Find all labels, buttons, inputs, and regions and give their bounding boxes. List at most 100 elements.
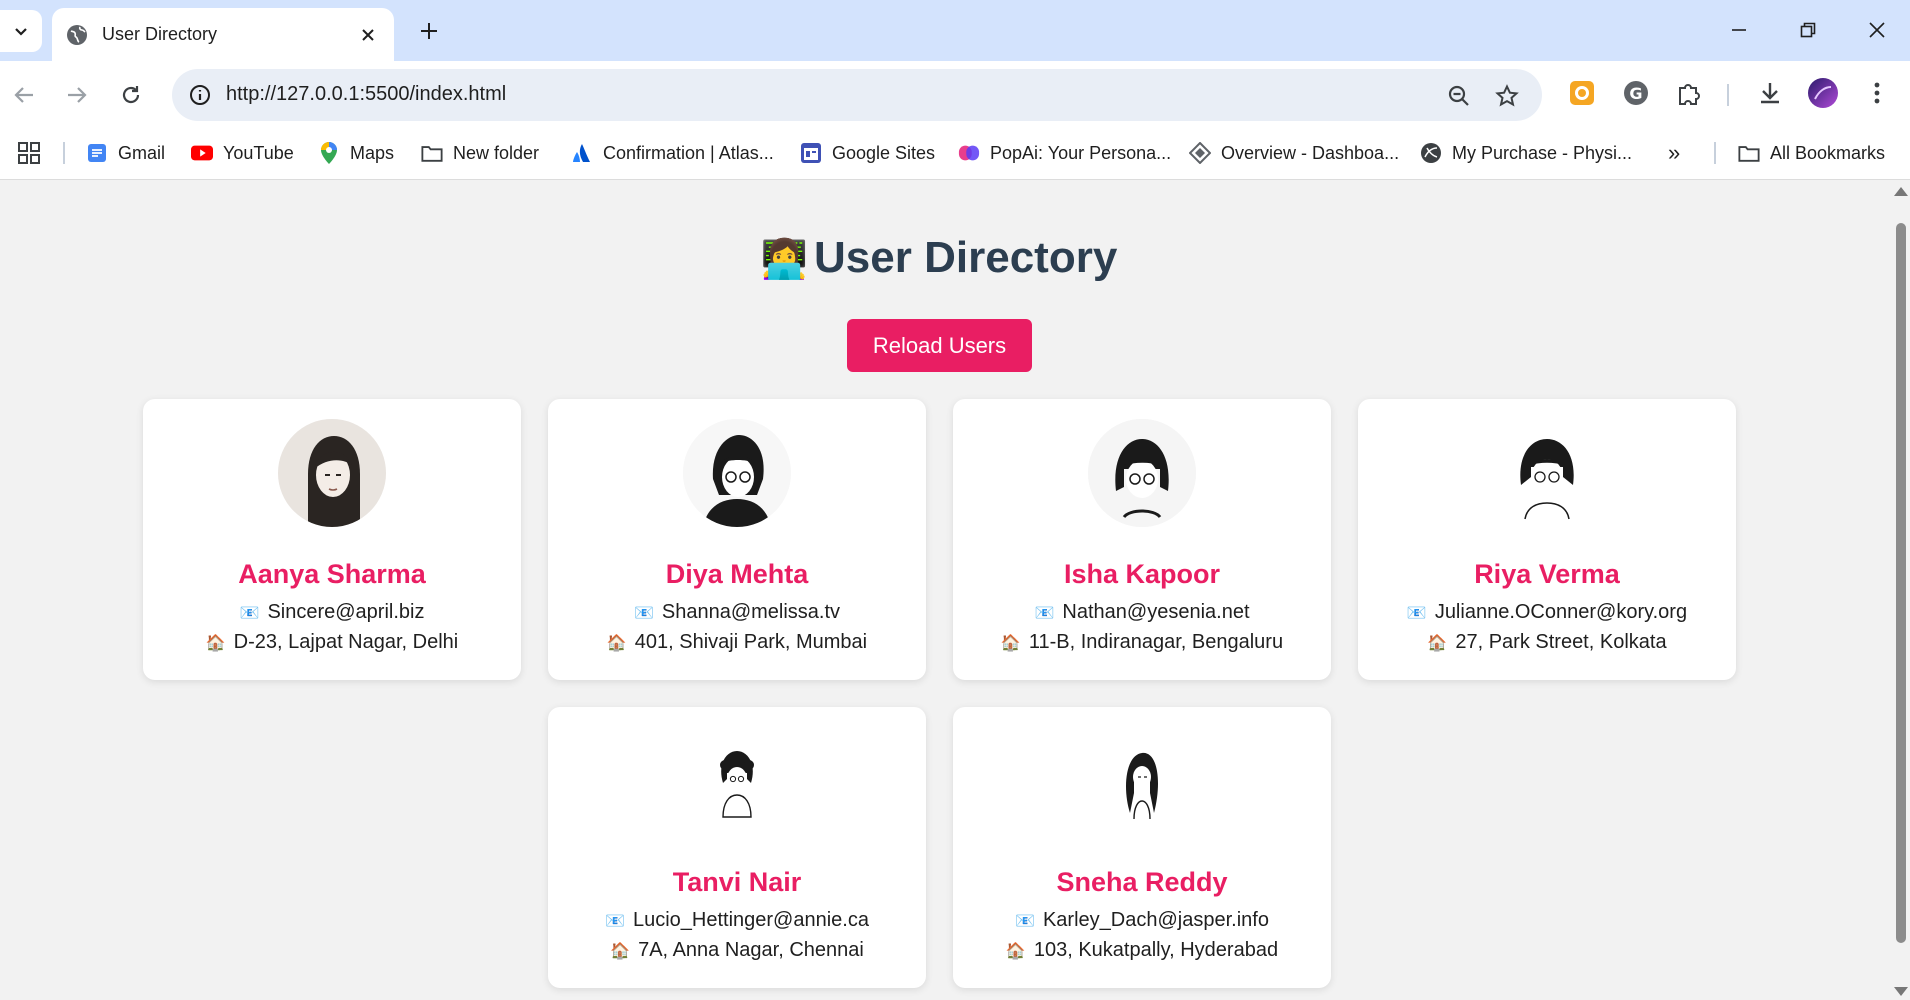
google-sites-icon: [800, 142, 822, 164]
user-email: 📧 Karley_Dach@jasper.info: [953, 909, 1331, 932]
close-icon: [1869, 22, 1885, 38]
user-address: 🏠 401, Shivaji Park, Mumbai: [548, 631, 926, 654]
minimize-icon: [1732, 29, 1746, 31]
reload-users-button[interactable]: Reload Users: [847, 319, 1032, 372]
bookmark-label: YouTube: [223, 142, 294, 163]
downloads-icon[interactable]: [1753, 76, 1787, 110]
email-icon: 📧: [1015, 913, 1035, 930]
close-window-button[interactable]: [1855, 12, 1899, 48]
page-scrollbar[interactable]: [1890, 181, 1910, 1000]
scrollbar-thumb[interactable]: [1896, 223, 1906, 943]
star-icon: [1495, 84, 1519, 107]
all-bookmarks-label: All Bookmarks: [1770, 142, 1886, 163]
email-icon: 📧: [605, 913, 625, 930]
page-viewport: 👩‍💻 User Directory Reload Users Aanya Sha…: [0, 181, 1890, 1000]
tab-search-button[interactable]: [0, 10, 42, 52]
profile-avatar-icon[interactable]: [1806, 76, 1840, 110]
user-avatar: [683, 727, 791, 835]
user-avatar: [683, 419, 791, 527]
user-address-text: 7A, Anna Nagar, Chennai: [638, 939, 864, 961]
menu-kebab-icon[interactable]: [1860, 76, 1894, 110]
bookmark-new-folder[interactable]: New folder: [421, 138, 539, 168]
arrow-left-icon: [14, 87, 33, 103]
user-email: 📧 Nathan@yesenia.net: [953, 601, 1331, 624]
user-name: Aanya Sharma: [238, 559, 426, 589]
user-address: 🏠 103, Kukatpally, Hyderabad: [953, 939, 1331, 962]
forward-button[interactable]: [59, 77, 95, 113]
user-address: 🏠 11-B, Indiranagar, Bengaluru: [953, 631, 1331, 654]
address-bar[interactable]: http://127.0.0.1:5500/index.html: [172, 69, 1542, 121]
bookmark-label: New folder: [453, 142, 540, 163]
maps-icon: [318, 142, 340, 164]
user-address: 🏠 7A, Anna Nagar, Chennai: [548, 939, 926, 962]
svg-text:G: G: [1629, 84, 1642, 103]
user-name: Diya Mehta: [665, 559, 809, 589]
refresh-icon: [122, 86, 140, 104]
site-info-icon[interactable]: [186, 81, 214, 109]
plus-icon: [421, 23, 437, 39]
extension-orange-icon[interactable]: [1565, 76, 1599, 110]
user-email-text: Karley_Dach@jasper.info: [1042, 909, 1269, 931]
zoom-out-icon: [1448, 85, 1469, 106]
atlassian-icon: [571, 142, 593, 164]
all-bookmarks-button[interactable]: All Bookmarks: [1738, 138, 1885, 168]
bookmarks-bar: Gmail YouTube Maps New folder Confirmati…: [0, 128, 1910, 180]
new-tab-button[interactable]: [414, 16, 444, 46]
bookmark-label: Google Sites: [832, 142, 936, 163]
extensions-puzzle-icon[interactable]: [1672, 76, 1706, 110]
tab-title: User Directory: [102, 24, 218, 44]
home-icon: 🏠: [606, 635, 627, 652]
home-icon: 🏠: [1000, 635, 1021, 652]
bookmark-maps[interactable]: Maps: [318, 138, 394, 168]
user-email: 📧 Julianne.OConner@kory.org: [1358, 601, 1736, 624]
user-email: 📧 Sincere@april.biz: [143, 601, 521, 624]
tab-close-button[interactable]: [356, 23, 380, 47]
user-card: Riya Verma 📧 Julianne.OConner@kory.org 🏠 2…: [1358, 399, 1736, 680]
url-text[interactable]: http://127.0.0.1:5500/index.html: [226, 83, 506, 106]
bookmark-overview-dashboard[interactable]: Overview - Dashboa...: [1189, 138, 1399, 168]
bookmark-youtube[interactable]: YouTube: [191, 138, 294, 168]
close-icon: [362, 28, 374, 41]
bookmark-label: Maps: [350, 142, 395, 163]
user-email-text: Lucio_Hettinger@annie.ca: [632, 909, 869, 931]
reload-page-button[interactable]: [113, 77, 149, 113]
extension-grammar-icon[interactable]: G: [1619, 76, 1653, 110]
user-email: 📧 Lucio_Hettinger@annie.ca: [548, 909, 926, 932]
user-email: 📧 Shanna@melissa.tv: [548, 601, 926, 624]
bookmarks-divider: [1714, 142, 1716, 164]
user-avatar: [1088, 727, 1196, 835]
scroll-up-arrow-icon[interactable]: [1894, 187, 1908, 196]
arrow-right-icon: [68, 87, 87, 103]
back-button[interactable]: [6, 77, 42, 113]
gmail-icon: [86, 142, 108, 164]
bookmarks-overflow-button[interactable]: »: [1668, 138, 1680, 168]
user-address-text: 401, Shivaji Park, Mumbai: [634, 631, 868, 653]
bookmark-star-button[interactable]: [1492, 81, 1522, 111]
bookmark-gmail[interactable]: Gmail: [86, 138, 165, 168]
bookmark-atlassian[interactable]: Confirmation | Atlas...: [571, 138, 774, 168]
restore-button[interactable]: [1786, 12, 1830, 48]
bookmark-label: PopAi: Your Persona...: [990, 142, 1172, 163]
globe-icon: [67, 24, 87, 45]
user-address: 🏠 27, Park Street, Kolkata: [1358, 631, 1736, 654]
bookmark-my-purchase[interactable]: My Purchase - Physi...: [1420, 138, 1632, 168]
scroll-down-arrow-icon[interactable]: [1894, 987, 1908, 996]
restore-icon: [1800, 22, 1816, 38]
user-card: Aanya Sharma 📧 Sincere@april.biz 🏠 D-23, L…: [143, 399, 521, 680]
bookmark-google-sites[interactable]: Google Sites: [800, 138, 935, 168]
minimize-button[interactable]: [1717, 12, 1761, 48]
apps-grid-icon: [18, 142, 40, 164]
email-icon: 📧: [1034, 605, 1055, 622]
toolbar-divider: [1727, 84, 1729, 106]
bookmark-label: My Purchase - Physi...: [1452, 142, 1633, 163]
tab-active[interactable]: User Directory: [52, 8, 394, 61]
bookmark-label: Gmail: [118, 142, 166, 163]
apps-grid-button[interactable]: [17, 138, 41, 168]
zoom-button[interactable]: [1444, 81, 1474, 111]
bookmarks-divider: [63, 142, 65, 164]
user-card: Isha Kapoor 📧 Nathan@yesenia.net 🏠 11-B, I…: [953, 399, 1331, 680]
tab-strip: User Directory: [0, 0, 1910, 61]
home-icon: 🏠: [610, 943, 631, 960]
bookmark-popai[interactable]: PopAi: Your Persona...: [958, 138, 1171, 168]
user-card: Tanvi Nair 📧 Lucio_Hettinger@annie.ca 🏠 7A…: [548, 707, 926, 988]
